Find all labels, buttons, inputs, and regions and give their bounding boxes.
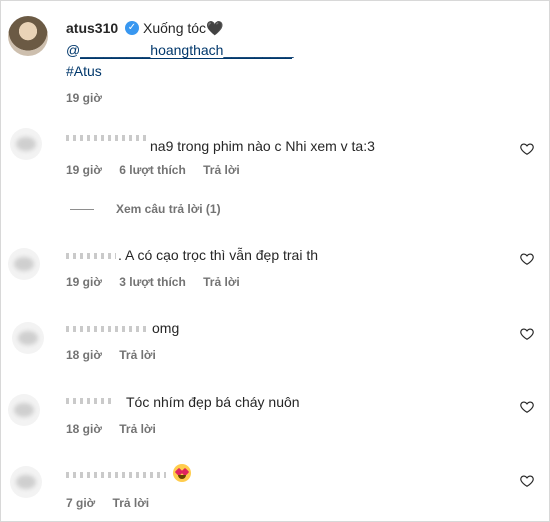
commenter-name[interactable]: [66, 472, 166, 478]
avatar[interactable]: [8, 248, 40, 280]
comment-likes[interactable]: 3 lượt thích: [119, 275, 186, 289]
post-time: 19 giờ: [66, 91, 102, 105]
view-replies-line: [70, 209, 94, 210]
avatar[interactable]: [10, 128, 42, 160]
heart-eyes-emoji: [173, 464, 191, 482]
comment-time: 7 giờ: [66, 496, 96, 510]
reply-button[interactable]: Trả lời: [113, 496, 150, 510]
comment-text: Tóc nhím đẹp bá cháy nuôn: [126, 394, 300, 410]
heart-outline-icon[interactable]: [520, 252, 534, 266]
view-replies-button[interactable]: Xem câu trả lời (1): [116, 202, 221, 216]
comment-time: 19 giờ: [66, 275, 102, 289]
post-caption: Xuống tóc🖤: [143, 20, 224, 36]
heart-outline-icon[interactable]: [520, 400, 534, 414]
avatar[interactable]: [10, 466, 42, 498]
comment-time: 19 giờ: [66, 163, 102, 177]
commenter-name[interactable]: [66, 398, 114, 404]
commenter-name[interactable]: [66, 135, 146, 141]
hashtag-link[interactable]: #Atus: [66, 63, 102, 79]
comment-meta: 18 giờ Trả lời: [66, 422, 170, 436]
mention-underline: [80, 58, 292, 59]
avatar[interactable]: [8, 394, 40, 426]
reply-button[interactable]: Trả lời: [119, 422, 156, 436]
heart-outline-icon[interactable]: [520, 327, 534, 341]
comment-meta: 7 giờ Trả lời: [66, 496, 163, 510]
comment-time: 18 giờ: [66, 422, 102, 436]
verified-badge-icon: ✓: [125, 21, 139, 35]
heart-outline-icon[interactable]: [520, 474, 534, 488]
avatar[interactable]: [8, 16, 48, 56]
post-meta: 19 giờ: [66, 91, 116, 105]
comment-meta: 19 giờ 6 lượt thích Trả lời: [66, 163, 254, 177]
commenter-name[interactable]: [66, 253, 116, 259]
comment-text: na9 trong phim nào c Nhi xem v ta:3: [150, 138, 375, 154]
comment-meta: 19 giờ 3 lượt thích Trả lời: [66, 275, 254, 289]
reply-button[interactable]: Trả lời: [119, 348, 156, 362]
avatar[interactable]: [12, 322, 44, 354]
comment-time: 18 giờ: [66, 348, 102, 362]
comment-likes[interactable]: 6 lượt thích: [119, 163, 186, 177]
mention-link[interactable]: @_________hoangthach_________: [66, 42, 294, 58]
reply-button[interactable]: Trả lời: [203, 275, 240, 289]
post-username[interactable]: atus310: [66, 20, 118, 36]
comment-meta: 18 giờ Trả lời: [66, 348, 170, 362]
commenter-name[interactable]: [66, 326, 146, 332]
comment-text: omg: [152, 320, 180, 336]
reply-button[interactable]: Trả lời: [203, 163, 240, 177]
heart-outline-icon[interactable]: [520, 142, 534, 156]
comment-text: . A có cạo trọc thì vẫn đẹp trai th: [118, 247, 319, 263]
